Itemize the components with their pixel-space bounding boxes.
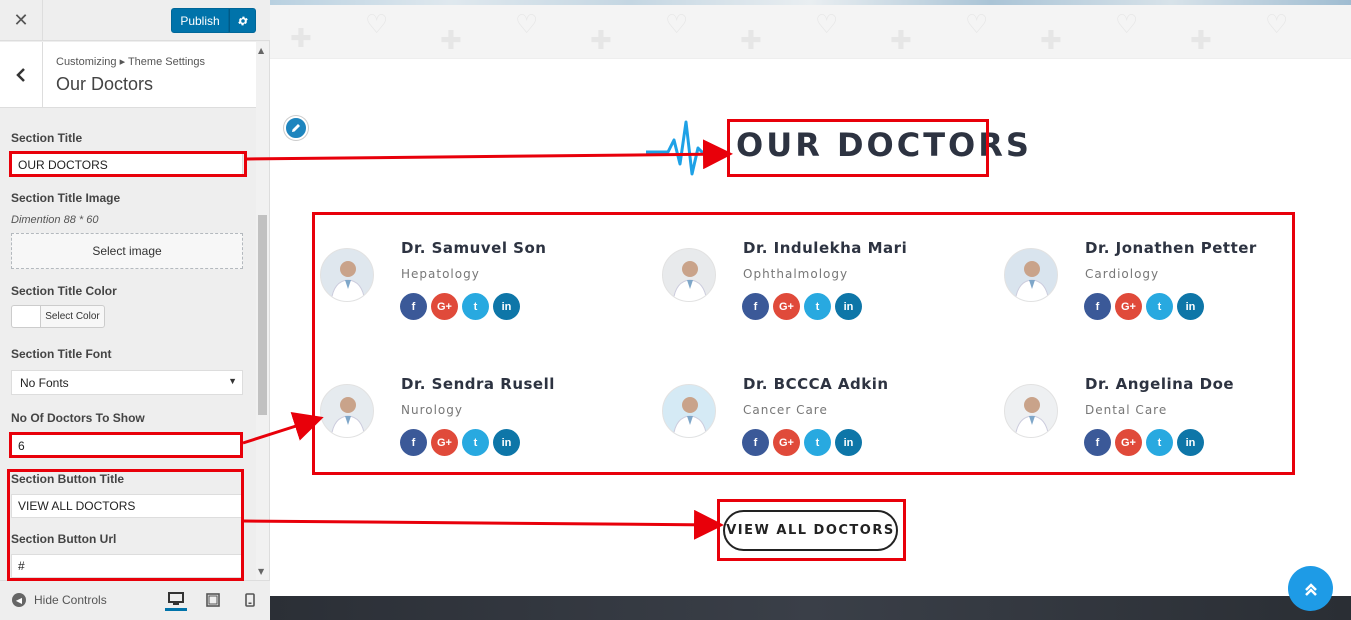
annotation-arrow: [246, 139, 733, 170]
annotation-arrow: [243, 509, 724, 540]
annotation-arrows: [242, 139, 733, 540]
annotation-arrow: [242, 412, 324, 445]
